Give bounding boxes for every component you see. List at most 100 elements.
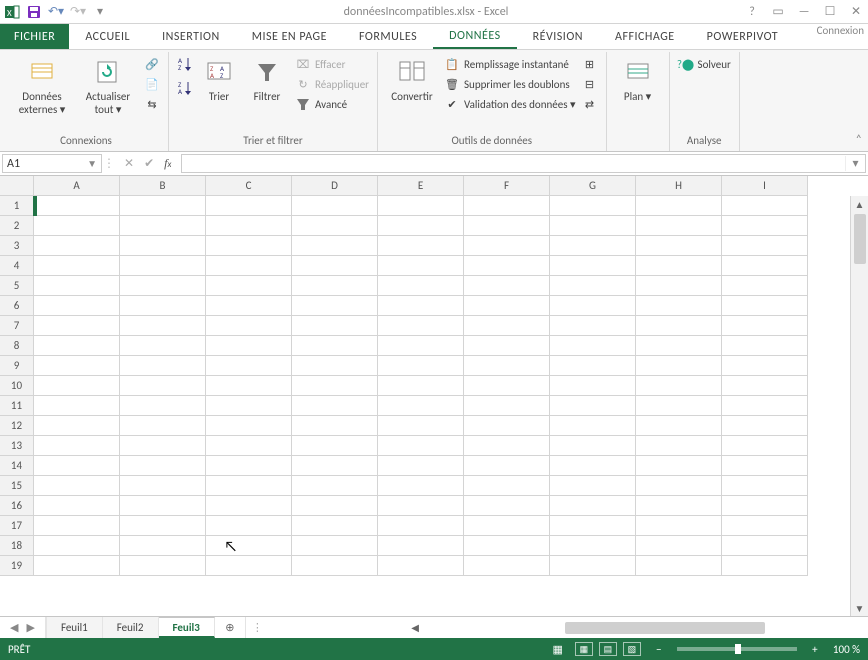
scroll-up-icon[interactable]: ▲ (851, 196, 868, 212)
cell[interactable] (206, 216, 292, 236)
cell[interactable] (636, 356, 722, 376)
insert-function-icon[interactable]: fx (164, 156, 171, 171)
cell[interactable] (292, 536, 378, 556)
row-header[interactable]: 8 (0, 336, 34, 356)
cell[interactable] (550, 556, 636, 576)
cell[interactable] (120, 416, 206, 436)
cell[interactable] (378, 296, 464, 316)
cell[interactable] (34, 376, 120, 396)
cell[interactable] (550, 536, 636, 556)
cell[interactable] (206, 456, 292, 476)
tab-revision[interactable]: RÉVISION (517, 24, 599, 49)
cell[interactable] (34, 436, 120, 456)
ribbon-display-icon[interactable]: ▭ (770, 4, 786, 19)
tab-affichage[interactable]: AFFICHAGE (599, 24, 691, 49)
cell[interactable] (464, 456, 550, 476)
cell[interactable] (206, 356, 292, 376)
cell[interactable] (722, 216, 808, 236)
cell[interactable] (378, 276, 464, 296)
col-header[interactable]: F (464, 176, 550, 196)
row-header[interactable]: 2 (0, 216, 34, 236)
cell[interactable] (464, 216, 550, 236)
reapply-button[interactable]: ↻Réappliquer (295, 76, 369, 92)
cell[interactable] (636, 556, 722, 576)
cell[interactable] (464, 516, 550, 536)
col-header[interactable]: G (550, 176, 636, 196)
cell[interactable] (34, 416, 120, 436)
cell[interactable] (206, 196, 292, 216)
cell[interactable] (378, 396, 464, 416)
row-header[interactable]: 18 (0, 536, 34, 556)
vertical-scrollbar[interactable]: ▲ ▼ (850, 196, 868, 616)
sheet-nav-next-icon[interactable]: ▶ (26, 621, 34, 634)
cell[interactable] (34, 336, 120, 356)
cell[interactable] (464, 436, 550, 456)
cell[interactable] (636, 436, 722, 456)
cell[interactable] (120, 216, 206, 236)
zoom-slider[interactable] (677, 647, 797, 651)
cell[interactable] (120, 476, 206, 496)
cell[interactable] (636, 456, 722, 476)
row-header[interactable]: 3 (0, 236, 34, 256)
cell[interactable] (34, 456, 120, 476)
cell[interactable] (550, 396, 636, 416)
cell[interactable] (206, 436, 292, 456)
row-header[interactable]: 19 (0, 556, 34, 576)
horizontal-scrollbar[interactable]: ◀ ▶ (269, 620, 862, 636)
cell[interactable] (550, 456, 636, 476)
close-icon[interactable]: ✕ (848, 4, 864, 19)
row-header[interactable]: 15 (0, 476, 34, 496)
cell[interactable] (206, 416, 292, 436)
cell[interactable] (464, 336, 550, 356)
signin-link[interactable]: Connexion (817, 24, 868, 49)
cell[interactable] (464, 196, 550, 216)
cell[interactable] (292, 236, 378, 256)
row-header[interactable]: 6 (0, 296, 34, 316)
cell[interactable] (722, 196, 808, 216)
cell[interactable] (378, 356, 464, 376)
col-header[interactable]: I (722, 176, 808, 196)
cell[interactable] (464, 316, 550, 336)
cell[interactable] (464, 536, 550, 556)
col-header[interactable]: C (206, 176, 292, 196)
cell[interactable] (636, 376, 722, 396)
scroll-down-icon[interactable]: ▼ (851, 600, 868, 616)
formula-input[interactable]: ▾ (181, 154, 866, 173)
cell[interactable] (636, 396, 722, 416)
refresh-all-button[interactable]: Actualiser tout ▾ (78, 56, 138, 116)
hscroll-thumb[interactable] (565, 622, 765, 634)
clear-filter-button[interactable]: ⌧Effacer (295, 56, 369, 72)
cell[interactable] (550, 256, 636, 276)
redo-icon[interactable]: ↷▾ (70, 4, 86, 20)
new-sheet-button[interactable]: ⊕ (215, 617, 245, 638)
cell[interactable] (292, 436, 378, 456)
cell[interactable] (550, 296, 636, 316)
cell[interactable] (464, 556, 550, 576)
sort-asc-button[interactable]: AZ (177, 56, 193, 72)
cell[interactable] (722, 236, 808, 256)
sheet-tab-feuil2[interactable]: Feuil2 (103, 617, 159, 638)
normal-view-icon[interactable]: ▦ (575, 642, 593, 656)
sheet-tab-feuil1[interactable]: Feuil1 (46, 617, 103, 638)
cell[interactable] (120, 536, 206, 556)
cell[interactable] (378, 456, 464, 476)
cell[interactable] (120, 196, 206, 216)
solver-button[interactable]: ?⬤Solveur (678, 56, 731, 72)
cell[interactable] (722, 416, 808, 436)
help-icon[interactable]: ? (744, 5, 760, 19)
cell[interactable] (120, 496, 206, 516)
cell[interactable] (550, 436, 636, 456)
cell[interactable] (206, 256, 292, 276)
col-header[interactable]: H (636, 176, 722, 196)
cell[interactable] (636, 276, 722, 296)
cell[interactable] (292, 216, 378, 236)
cell[interactable] (34, 236, 120, 256)
tab-powerpivot[interactable]: POWERPIVOT (691, 24, 794, 49)
cell[interactable] (722, 516, 808, 536)
cell[interactable] (722, 276, 808, 296)
col-header[interactable]: D (292, 176, 378, 196)
cell[interactable] (292, 276, 378, 296)
cell[interactable] (206, 376, 292, 396)
cell[interactable] (120, 436, 206, 456)
remove-duplicates-button[interactable]: 🗑Supprimer les doublons (444, 76, 576, 92)
